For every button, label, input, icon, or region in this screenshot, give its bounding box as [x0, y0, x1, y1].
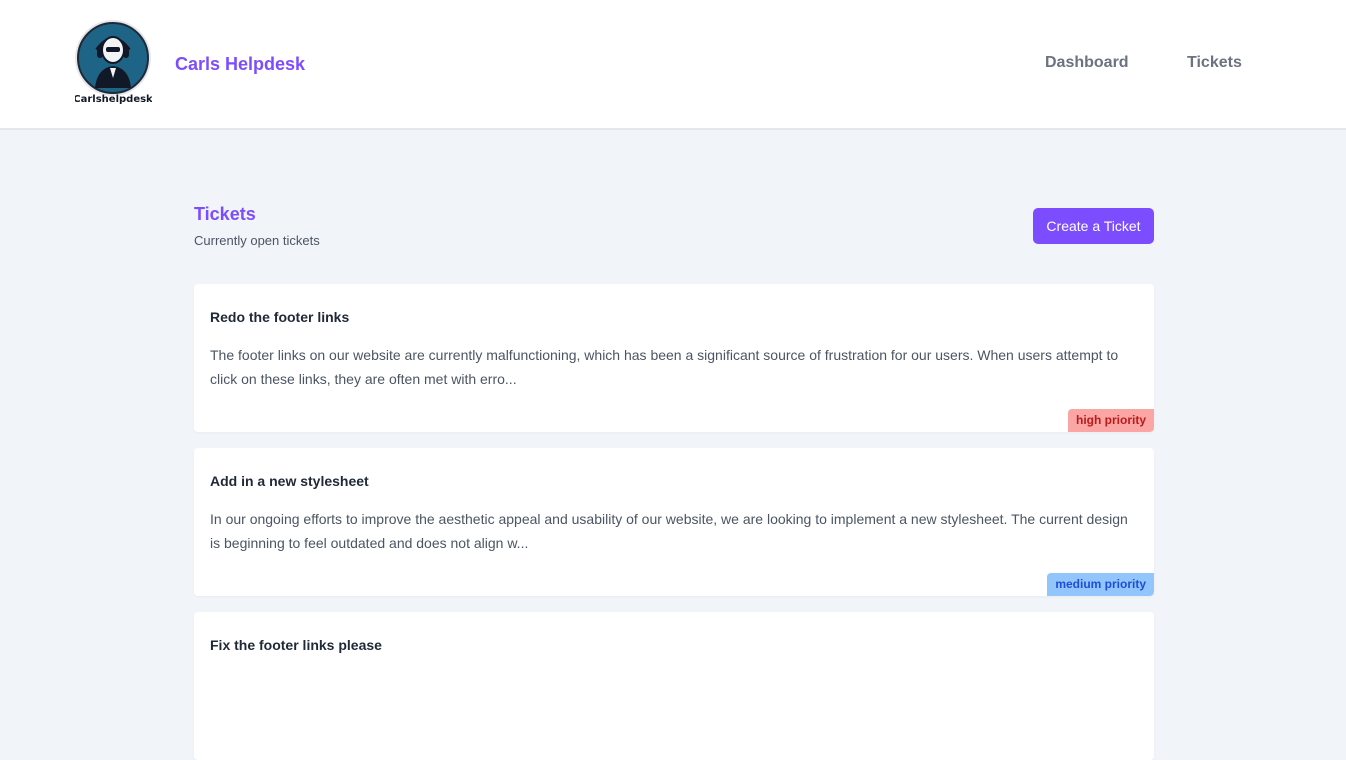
ticket-description: In our ongoing efforts to improve the ae… [210, 511, 1128, 551]
page-subtitle: Currently open tickets [194, 233, 320, 248]
logo-text: Carlshelpdesk [75, 94, 152, 105]
ticket-card[interactable]: Fix the footer links please [194, 612, 1154, 760]
ticket-title: Fix the footer links please [210, 637, 382, 653]
page-title: Tickets [194, 204, 256, 224]
priority-badge: high priority [1068, 409, 1154, 432]
create-ticket-button[interactable]: Create a Ticket [1033, 208, 1154, 244]
ticket-description: The footer links on our website are curr… [210, 347, 1119, 387]
nav-tickets[interactable]: Tickets [1187, 53, 1242, 73]
ticket-card[interactable]: Redo the footer links The footer links o… [194, 284, 1154, 432]
priority-badge: medium priority [1047, 573, 1154, 596]
logo[interactable]: Carlshelpdesk [75, 16, 152, 106]
nav-dashboard[interactable]: Dashboard [1045, 53, 1129, 73]
ticket-title: Redo the footer links [210, 309, 350, 325]
brand-name[interactable]: Carls Helpdesk [175, 53, 305, 75]
ticket-card[interactable]: Add in a new stylesheet In our ongoing e… [194, 448, 1154, 596]
ticket-title: Add in a new stylesheet [210, 473, 369, 489]
site-header: Carlshelpdesk Carls Helpdesk Dashboard T… [0, 0, 1346, 130]
